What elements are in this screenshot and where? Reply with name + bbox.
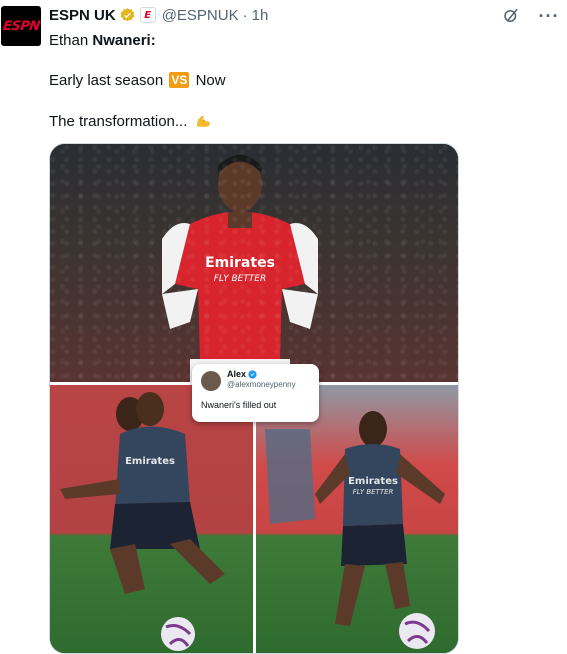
- bottom-left-training-photo: Emirates: [50, 384, 253, 653]
- timestamp[interactable]: 1h: [252, 7, 269, 24]
- separator: ·: [242, 6, 248, 24]
- stadium-crowd-background: [50, 144, 458, 384]
- tweet-header: ESPN UK E @ESPNUK · 1h: [49, 5, 268, 25]
- quoted-name: Alex: [227, 369, 257, 379]
- svg-text:Emirates: Emirates: [348, 476, 398, 487]
- display-name[interactable]: ESPN UK: [49, 7, 116, 24]
- training-illustration-left: Emirates: [60, 392, 225, 651]
- more-icon[interactable]: ···: [539, 6, 559, 26]
- quoted-handle: @alexmoneypenny: [227, 380, 296, 389]
- quoted-avatar: [201, 371, 221, 391]
- svg-text:Emirates: Emirates: [125, 456, 175, 467]
- affiliate-badge[interactable]: E: [139, 7, 156, 23]
- quoted-text: Nwaneri's filled out: [201, 400, 277, 410]
- training-illustration-right: Emirates FLY BETTER: [265, 411, 445, 649]
- quoted-comment-card: Alex @alexmoneypenny Nwaneri's filled ou…: [192, 364, 319, 422]
- text-before: Early last season: [49, 72, 168, 89]
- media-divider-vertical: [253, 384, 256, 653]
- avatar[interactable]: ESPN: [1, 6, 41, 46]
- flexed-biceps-icon: [194, 111, 212, 135]
- verified-gold-icon[interactable]: [119, 7, 136, 24]
- handle[interactable]: @ESPNUK: [162, 7, 239, 24]
- tweet-text-line-1: Ethan Nwaneri:: [49, 31, 156, 51]
- text-bold-name: Nwaneri:: [92, 32, 156, 49]
- grok-icon[interactable]: [501, 6, 521, 26]
- svg-text:FLY BETTER: FLY BETTER: [353, 488, 394, 496]
- tweet: ESPN ESPN UK E @ESPNUK · 1h ··· Ethan Nw…: [0, 0, 567, 654]
- quoted-name-text: Alex: [227, 369, 247, 379]
- tweet-text-line-3: The transformation...: [49, 111, 212, 135]
- text-transformation: The transformation...: [49, 113, 188, 130]
- tweet-actions-top: ···: [501, 6, 559, 26]
- vs-badge: VS: [169, 72, 190, 88]
- text-after: Now: [191, 72, 226, 89]
- bottom-right-training-photo: Emirates FLY BETTER: [255, 384, 458, 653]
- tweet-text-line-2: Early last season VS Now: [49, 71, 226, 91]
- espn-logo: ESPN: [1, 18, 41, 34]
- top-player-photo: Emirates FLY BETTER: [50, 144, 458, 384]
- text-prefix: Ethan: [49, 32, 93, 49]
- tweet-media[interactable]: Emirates FLY BETTER Emirates: [49, 143, 459, 654]
- verified-blue-icon: [248, 369, 257, 379]
- affiliate-badge-label: E: [144, 9, 152, 21]
